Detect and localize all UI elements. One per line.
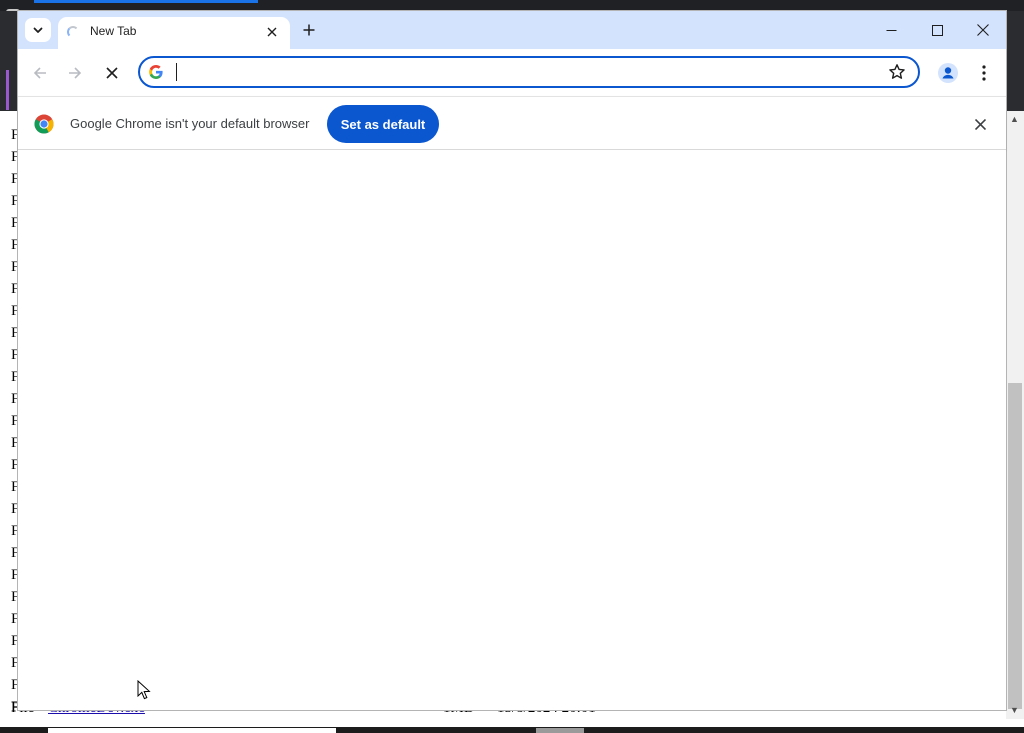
window-close-button[interactable] [960, 11, 1006, 49]
maximize-icon [931, 24, 943, 36]
page-content [18, 150, 1006, 710]
background-title-bar [0, 0, 1024, 11]
toolbar [18, 49, 1006, 96]
profile-icon [938, 63, 958, 83]
taskbar [0, 727, 1024, 733]
google-icon [149, 65, 163, 79]
tab-title: New Tab [90, 24, 137, 38]
forward-button[interactable] [61, 59, 89, 87]
text-caret [176, 63, 177, 81]
maximize-button[interactable] [914, 11, 960, 49]
tab-strip: New Tab [18, 11, 1006, 49]
background-toolbar-left [0, 11, 18, 111]
background-purple-edge [6, 70, 9, 110]
tab-close-button[interactable] [263, 23, 281, 41]
arrow-left-icon [33, 67, 46, 79]
taskbar-item[interactable] [536, 728, 584, 733]
profile-button[interactable] [936, 61, 960, 85]
back-button[interactable] [26, 59, 54, 87]
kebab-menu-icon [982, 65, 986, 81]
chrome-window: New Tab Google Chrome isn't your default… [18, 11, 1006, 710]
plus-icon [303, 24, 315, 36]
background-tab-accent [34, 0, 258, 3]
chrome-logo-icon [34, 114, 54, 134]
spinner-icon [67, 26, 79, 38]
address-bar[interactable] [138, 56, 920, 88]
mouse-cursor-icon [137, 680, 151, 700]
tab-new-tab[interactable]: New Tab [58, 17, 290, 49]
tab-search-button[interactable] [25, 18, 51, 42]
arrow-right-icon [69, 67, 82, 79]
stop-loading-button[interactable] [98, 59, 126, 87]
background-toolbar-right [1006, 11, 1024, 111]
set-as-default-button[interactable]: Set as default [327, 105, 439, 143]
chevron-down-icon [33, 27, 43, 33]
infobar-close-button[interactable] [970, 114, 990, 134]
minimize-button[interactable] [868, 11, 914, 49]
omnibox-input[interactable] [180, 61, 874, 85]
scrollbar-thumb[interactable] [1008, 383, 1022, 709]
background-scrollbar[interactable]: ▲ ▼ [1006, 111, 1024, 719]
close-icon [974, 118, 986, 130]
close-icon [267, 27, 277, 37]
close-icon [977, 24, 989, 36]
taskbar-item[interactable] [48, 728, 336, 733]
star-icon[interactable] [888, 63, 906, 81]
stop-icon [106, 67, 118, 79]
infobar-message: Google Chrome isn't your default browser [70, 116, 310, 131]
minimize-icon [886, 29, 896, 31]
scroll-up-icon[interactable]: ▲ [1010, 114, 1019, 124]
new-tab-button[interactable] [298, 19, 320, 41]
default-browser-infobar: Google Chrome isn't your default browser… [18, 96, 1006, 150]
chrome-menu-button[interactable] [972, 61, 996, 85]
